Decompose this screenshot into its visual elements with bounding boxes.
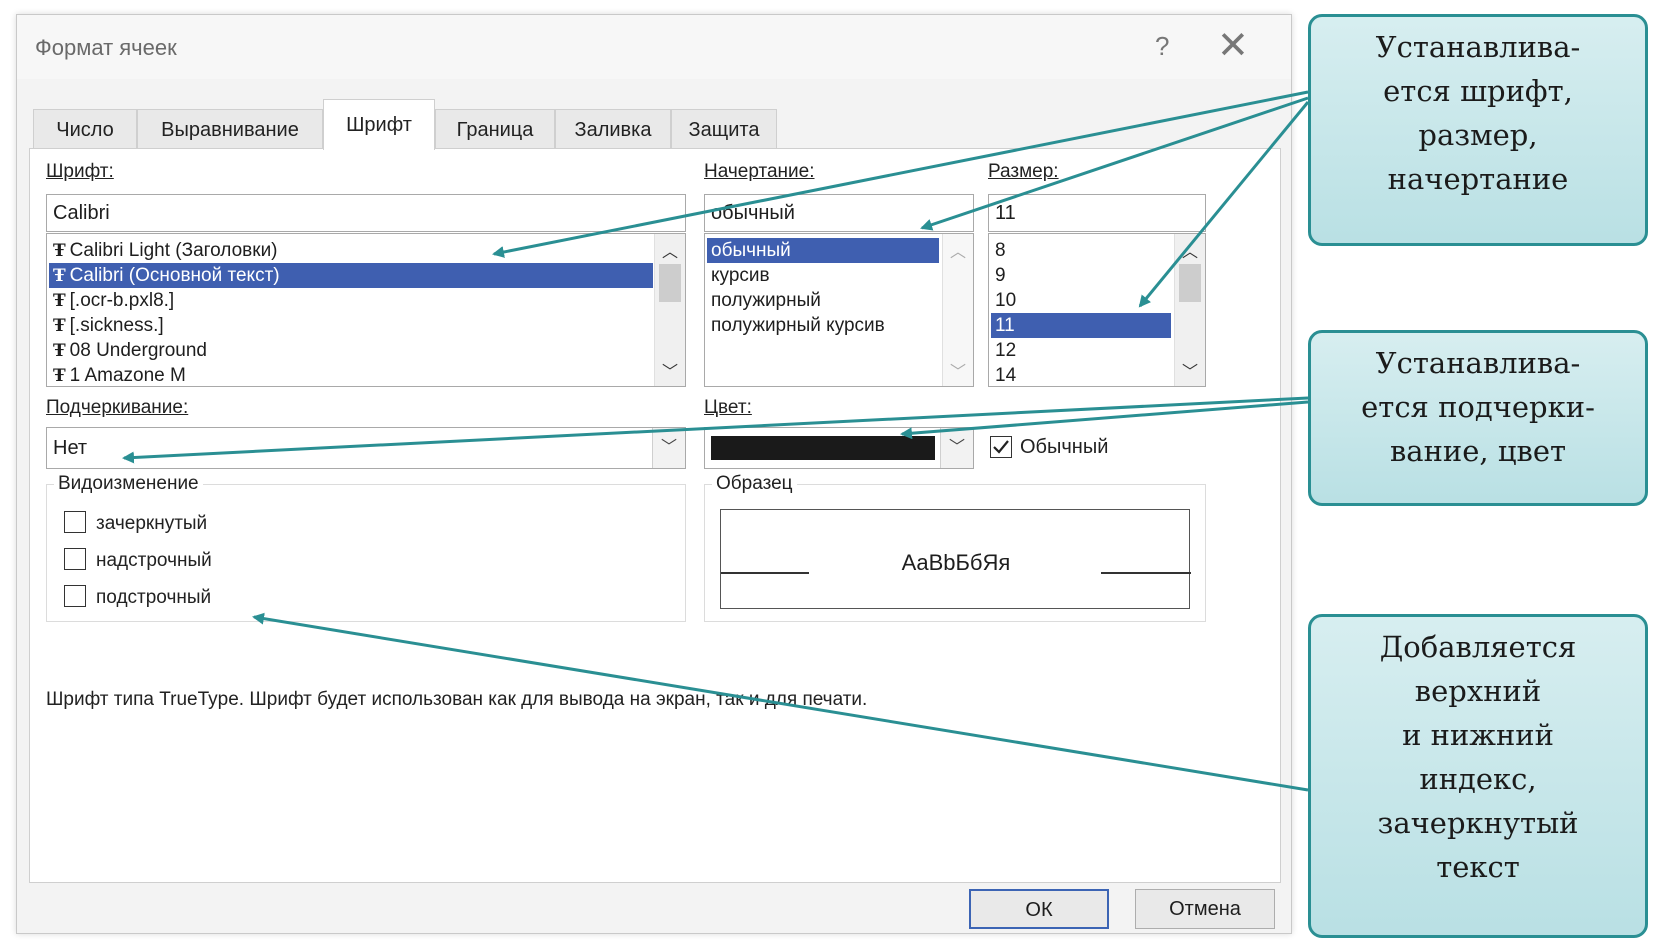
arrow-to-font-list <box>492 90 1309 258</box>
arrow-to-size-list <box>1138 101 1310 308</box>
arrow-to-effects <box>252 612 1309 792</box>
arrow-to-style-list <box>920 96 1309 231</box>
annotation-arrows <box>122 90 1310 792</box>
tab-font[interactable]: Шрифт <box>323 99 435 150</box>
arrow-to-underline <box>122 396 1309 464</box>
